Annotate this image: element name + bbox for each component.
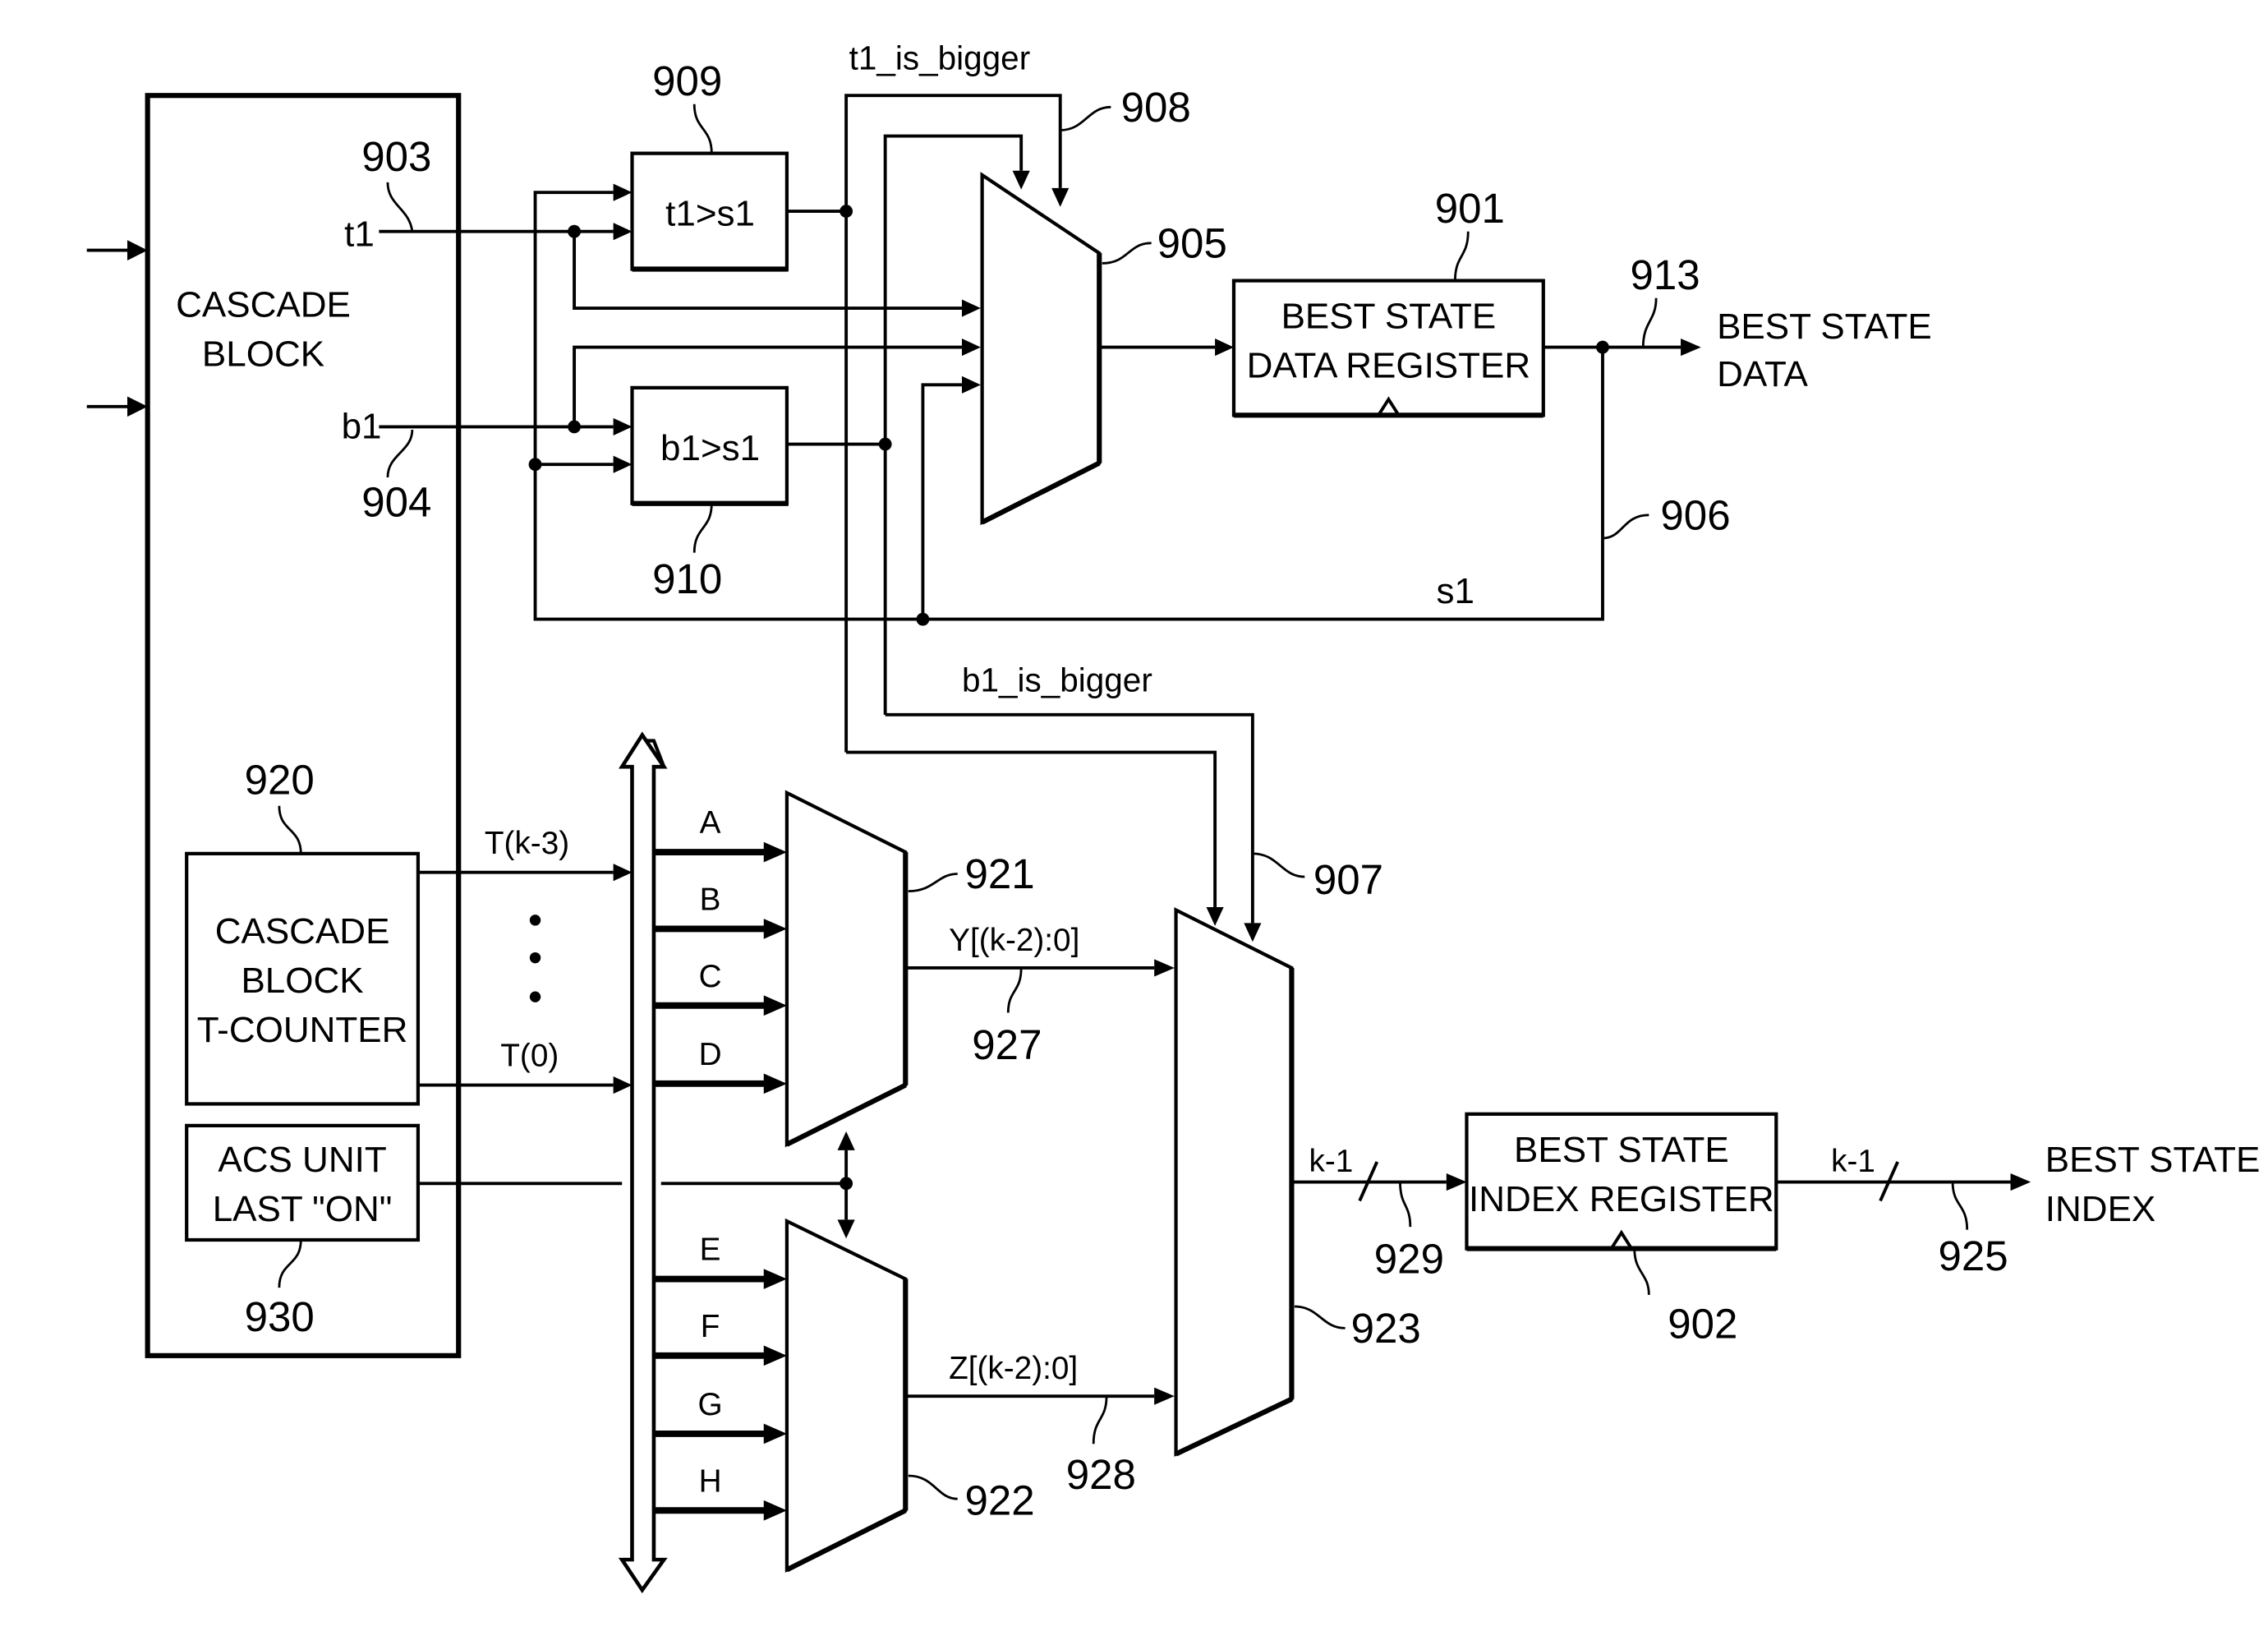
circuit-diagram: CASCADE BLOCK t1 903 b1 904 s1 906 t1>s1… [86,39,2261,1594]
bus-input-g: G [698,1387,723,1422]
leader-921 [908,873,958,893]
ref-920: 920 [245,757,315,804]
cascade-block-t-counter: CASCADE BLOCK T-COUNTER [185,851,421,1106]
arrowhead-icon [127,396,148,417]
best-state-index-register: BEST STATE INDEX REGISTER [1465,1112,1778,1251]
bsir-label-line1: BEST STATE [1514,1130,1729,1170]
ref-908: 908 [1121,84,1191,131]
mux-923 [1174,907,1295,1457]
leader-907 [1252,852,1305,878]
bus-input-h: H [699,1463,722,1499]
bus-input-a: A [700,805,721,841]
arrowhead-icon [127,240,148,260]
mux-921-inputs: A B C D [653,805,787,1094]
signal-k1-label-b: k-1 [1831,1144,1875,1179]
leader-920 [278,805,302,854]
leader-923 [1294,1305,1346,1329]
t-counter-label-line2: BLOCK [241,961,363,1001]
ellipsis-dot [529,991,541,1002]
signal-t1-is-bigger-label: t1_is_bigger [849,39,1031,77]
ref-905: 905 [1157,219,1227,266]
mux-905 [980,172,1102,526]
best-state-index-output-label-line2: INDEX [2045,1189,2155,1229]
ref-901: 901 [1435,185,1505,232]
ref-923: 923 [1351,1305,1421,1352]
bus-input-b: B [700,882,721,918]
ref-902: 902 [1668,1301,1737,1348]
leader-910 [692,503,713,553]
ref-930: 930 [245,1293,315,1340]
leader-909 [692,104,713,154]
ref-903: 903 [361,133,431,180]
leader-903 [386,182,414,232]
ref-929: 929 [1374,1235,1444,1282]
comparator-b1-gt-s1: b1>s1 [630,385,789,506]
leader-904 [386,429,414,478]
leader-930 [278,1239,302,1288]
t-counter-label-line1: CASCADE [215,911,390,952]
ref-921: 921 [964,850,1034,897]
bus-input-c: C [699,959,722,994]
bus-input-d: D [699,1037,722,1072]
signal-b1-label: b1 [342,407,382,447]
ref-913: 913 [1630,251,1700,298]
leader-928 [1092,1396,1108,1445]
best-state-index-output-label-line1: BEST STATE [2045,1140,2261,1180]
signal-y-bus-label: Y[(k-2):0] [949,923,1079,958]
mux-922 [784,1218,909,1573]
best-state-data-output-label-line1: BEST STATE [1717,306,1932,347]
best-state-data-register: BEST STATE DATA REGISTER [1231,279,1545,418]
signal-t-0-label: T(0) [500,1039,559,1074]
bsdr-label-line2: DATA REGISTER [1247,346,1531,386]
comparator-t1-label: t1>s1 [665,194,755,234]
cascade-block-label-line1: CASCADE [176,285,351,325]
bsdr-label-line1: BEST STATE [1281,297,1497,337]
comparator-t1-gt-s1: t1>s1 [630,151,789,272]
ellipsis-dot [529,915,541,926]
ref-922: 922 [964,1477,1034,1524]
ref-925: 925 [1938,1233,2008,1279]
best-state-data-output-label-line2: DATA [1717,354,1808,394]
signal-z-bus-label: Z[(k-2):0] [949,1351,1078,1386]
ref-909: 909 [652,58,722,104]
leader-925 [1951,1182,1969,1230]
leader-908 [1060,105,1111,131]
ellipsis-dot [529,952,541,964]
acs-unit-last-on: ACS UNIT LAST "ON" [185,1123,421,1242]
acs-unit-label-line2: LAST "ON" [213,1189,393,1229]
comparator-b1-label: b1>s1 [660,428,760,468]
bsir-label-line2: INDEX REGISTER [1469,1179,1774,1219]
ref-927: 927 [972,1021,1042,1068]
leader-913 [1641,297,1658,348]
bus-input-e: E [700,1233,721,1268]
acs-unit-label-line1: ACS UNIT [218,1140,386,1180]
signal-s1-label: s1 [1437,571,1474,611]
leader-922 [908,1474,958,1500]
mux-922-inputs: E F G H [653,1233,787,1521]
ref-928: 928 [1066,1451,1136,1498]
cascade-inputs [86,240,148,417]
leader-901 [1453,231,1470,281]
ref-910: 910 [652,555,722,602]
leader-929 [1399,1182,1412,1228]
ref-907: 907 [1313,856,1383,903]
signal-t1-label: t1 [344,214,375,254]
t-counter-label-line3: T-COUNTER [197,1010,408,1050]
mux-921 [784,790,909,1148]
leader-905 [1102,242,1152,265]
leader-906 [1602,514,1649,540]
leader-902 [1633,1248,1650,1295]
leader-927 [1006,967,1023,1013]
ref-904: 904 [361,479,431,526]
cascade-block-label-line2: BLOCK [202,334,324,374]
signal-t-k3-label: T(k-3) [485,826,569,861]
signal-b1-is-bigger-label: b1_is_bigger [962,661,1152,699]
bus-input-f: F [701,1309,720,1344]
signal-k1-label-a: k-1 [1309,1144,1354,1179]
ref-906: 906 [1660,491,1730,538]
data-bus [618,731,668,1594]
